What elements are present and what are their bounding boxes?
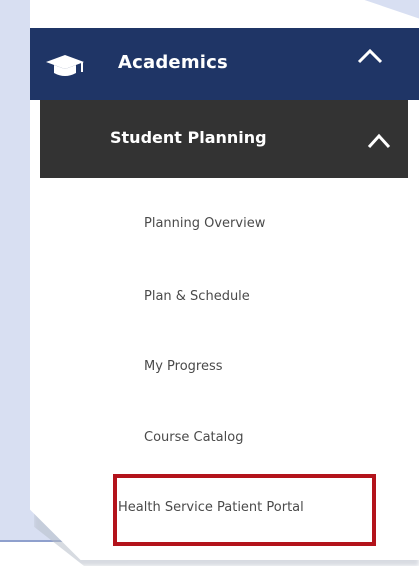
navigation-menu-card: Academics Student Planning Planning Over… [30,0,419,560]
chevron-up-icon[interactable] [366,132,392,150]
student-planning-menu-header[interactable]: Student Planning [40,100,408,178]
academics-label: Academics [118,52,228,73]
graduation-cap-icon [46,55,84,76]
menu-item-my-progress[interactable]: My Progress [144,359,223,374]
menu-item-planning-overview[interactable]: Planning Overview [144,216,265,231]
highlight-box [113,474,376,546]
menu-item-plan-and-schedule[interactable]: Plan & Schedule [144,289,250,304]
chevron-up-icon[interactable] [356,46,384,66]
academics-menu-header[interactable]: Academics [30,28,419,100]
menu-item-course-catalog[interactable]: Course Catalog [144,430,243,445]
student-planning-label: Student Planning [110,128,267,147]
